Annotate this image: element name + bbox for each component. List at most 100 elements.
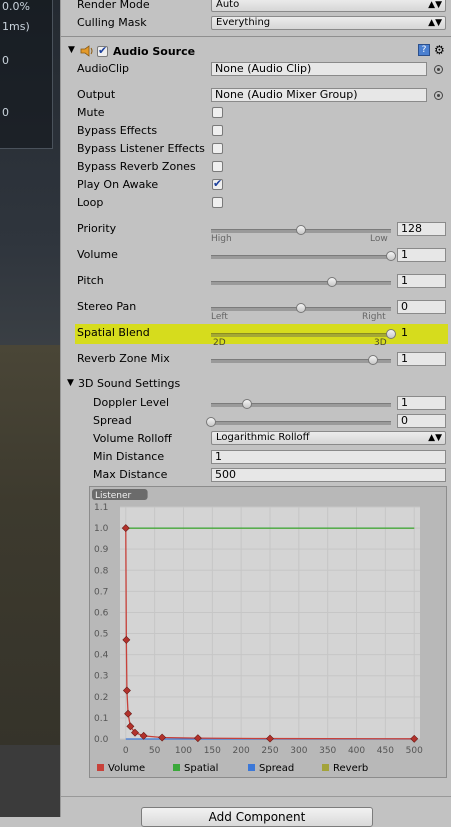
x-tick-label: 200 xyxy=(233,746,250,756)
loop-label: Loop xyxy=(77,196,104,209)
x-tick-label: 50 xyxy=(149,746,161,756)
y-tick-label: 0.7 xyxy=(94,587,108,597)
legend-label: Spread xyxy=(259,763,295,774)
stereo-pan-value[interactable]: 0 xyxy=(397,300,446,314)
culling-mask-label: Culling Mask xyxy=(77,16,147,29)
legend-label: Spatial xyxy=(184,763,219,774)
stereo-pan-slider-knob[interactable] xyxy=(296,303,306,313)
x-tick-label: 150 xyxy=(204,746,221,756)
reverb-zone-mix-slider-track[interactable] xyxy=(211,359,391,363)
y-tick-label: 0.2 xyxy=(94,693,108,703)
spatial-blend-slider-track[interactable] xyxy=(211,333,391,337)
audio-source-header[interactable]: ▼ ✔ Audio Source ? ⚙ xyxy=(61,43,451,61)
spread-label: Spread xyxy=(93,414,132,427)
render-mode-value: Auto xyxy=(216,0,240,10)
pitch-slider-knob[interactable] xyxy=(326,277,337,287)
mute-checkbox[interactable] xyxy=(212,107,223,118)
sound-3d-settings-title: 3D Sound Settings xyxy=(78,377,181,390)
loop-checkbox[interactable] xyxy=(212,197,223,208)
stereo-pan-label: Stereo Pan xyxy=(77,300,137,313)
inspector-footer: Add Component xyxy=(61,796,451,827)
spread-slider-knob[interactable] xyxy=(206,417,216,427)
checkmark-icon: ✔ xyxy=(213,177,223,190)
dropdown-arrow-icon: ▲▼ xyxy=(428,18,442,28)
volume-rolloff-dropdown[interactable]: Logarithmic Rolloff ▲▼ xyxy=(211,431,446,445)
culling-mask-value: Everything xyxy=(216,17,271,28)
max-distance-field[interactable]: 500 xyxy=(211,468,446,482)
spatial-blend-left-label: 2D xyxy=(213,338,226,348)
doppler-level-slider-knob[interactable] xyxy=(242,399,252,409)
stereo-pan-right-label: Right xyxy=(362,312,386,322)
legend-label: Reverb xyxy=(333,763,369,774)
audioclip-field[interactable]: None (Audio Clip) xyxy=(211,62,427,76)
reverb-zone-mix-value[interactable]: 1 xyxy=(397,352,446,366)
spatial-blend-value[interactable]: 1 xyxy=(397,326,446,340)
help-icon[interactable]: ? xyxy=(418,44,430,56)
scene-bottom xyxy=(0,745,60,817)
legend-swatch xyxy=(322,764,329,771)
spread-slider-track[interactable] xyxy=(211,421,391,425)
spatial-blend-slider-knob[interactable] xyxy=(386,329,396,339)
legend-spatial: Spatial xyxy=(173,763,218,774)
scene-view[interactable]: 0.0% 1ms) 0 0 xyxy=(0,0,60,817)
bypass-listener-effects-checkbox[interactable] xyxy=(212,143,223,154)
volume-value[interactable]: 1 xyxy=(397,248,446,262)
bypass-effects-checkbox[interactable] xyxy=(212,125,223,136)
volume-label: Volume xyxy=(77,248,118,261)
priority-right-label: Low xyxy=(370,234,388,244)
object-picker-icon[interactable] xyxy=(434,65,443,74)
pitch-slider-track[interactable] xyxy=(211,281,391,285)
bypass-reverb-zones-checkbox[interactable] xyxy=(212,161,223,172)
sound-3d-settings-foldout[interactable]: ▼ 3D Sound Settings xyxy=(61,376,451,394)
rolloff-curve-svg[interactable]: 0.0 0.1 0.2 0.3 0.4 0.5 0.6 0.7 0.8 0.9 1.0 1.1 0 50 1… xyxy=(90,487,446,777)
enabled-checkbox[interactable]: ✔ xyxy=(97,44,108,57)
culling-mask-dropdown[interactable]: Everything ▲▼ xyxy=(211,16,446,30)
min-distance-field[interactable]: 1 xyxy=(211,450,446,464)
volume-rolloff-label: Volume Rolloff xyxy=(93,432,172,445)
stat-line-2: 1ms) xyxy=(2,20,30,33)
legend-swatch xyxy=(97,764,104,771)
play-on-awake-checkbox[interactable]: ✔ xyxy=(212,177,223,190)
pitch-value[interactable]: 1 xyxy=(397,274,446,288)
doppler-level-value[interactable]: 1 xyxy=(397,396,446,410)
bypass-effects-label: Bypass Effects xyxy=(77,124,158,137)
play-on-awake-label: Play On Awake xyxy=(77,178,159,191)
x-tick-label: 250 xyxy=(261,746,278,756)
y-tick-label: 1.1 xyxy=(94,503,108,513)
stat-line-3: 0 xyxy=(2,54,9,67)
add-component-button[interactable]: Add Component xyxy=(141,807,373,827)
render-mode-dropdown[interactable]: Auto ▲▼ xyxy=(211,0,446,12)
y-tick-label: 0.1 xyxy=(94,714,108,724)
legend-reverb: Reverb xyxy=(322,763,368,774)
speaker-icon xyxy=(80,45,93,57)
legend-volume: Volume xyxy=(97,763,145,774)
volume-rolloff-value: Logarithmic Rolloff xyxy=(216,432,310,443)
reverb-zone-mix-slider-knob[interactable] xyxy=(368,355,378,365)
foldout-arrow-icon[interactable]: ▼ xyxy=(68,45,75,55)
legend-swatch xyxy=(173,764,180,771)
output-field[interactable]: None (Audio Mixer Group) xyxy=(211,88,427,102)
spread-value[interactable]: 0 xyxy=(397,414,446,428)
y-tick-label: 0.3 xyxy=(94,672,108,682)
rolloff-curve-graph[interactable]: 0.0 0.1 0.2 0.3 0.4 0.5 0.6 0.7 0.8 0.9 1.0 1.1 0 50 1… xyxy=(89,486,447,778)
priority-slider-knob[interactable] xyxy=(296,225,306,235)
doppler-level-slider-track[interactable] xyxy=(211,403,391,407)
priority-value[interactable]: 128 xyxy=(397,222,446,236)
y-tick-label: 0.6 xyxy=(94,608,109,618)
object-picker-icon[interactable] xyxy=(434,91,443,100)
y-tick-label: 1.0 xyxy=(94,524,109,534)
foldout-arrow-icon[interactable]: ▼ xyxy=(67,378,74,388)
volume-slider-track[interactable] xyxy=(211,255,391,259)
y-tick-label: 0.5 xyxy=(94,630,108,640)
x-tick-label: 450 xyxy=(377,746,394,756)
pitch-label: Pitch xyxy=(77,274,104,287)
max-distance-label: Max Distance xyxy=(93,468,168,481)
inspector-panel: Render Mode Auto ▲▼ Culling Mask Everythi… xyxy=(60,0,451,827)
x-tick-label: 100 xyxy=(175,746,192,756)
y-tick-label: 0.0 xyxy=(94,735,109,745)
volume-slider-knob[interactable] xyxy=(386,251,396,261)
mute-label: Mute xyxy=(77,106,105,119)
y-tick-label: 0.4 xyxy=(94,651,109,661)
gear-icon[interactable]: ⚙ xyxy=(434,43,445,57)
legend-swatch xyxy=(248,764,255,771)
